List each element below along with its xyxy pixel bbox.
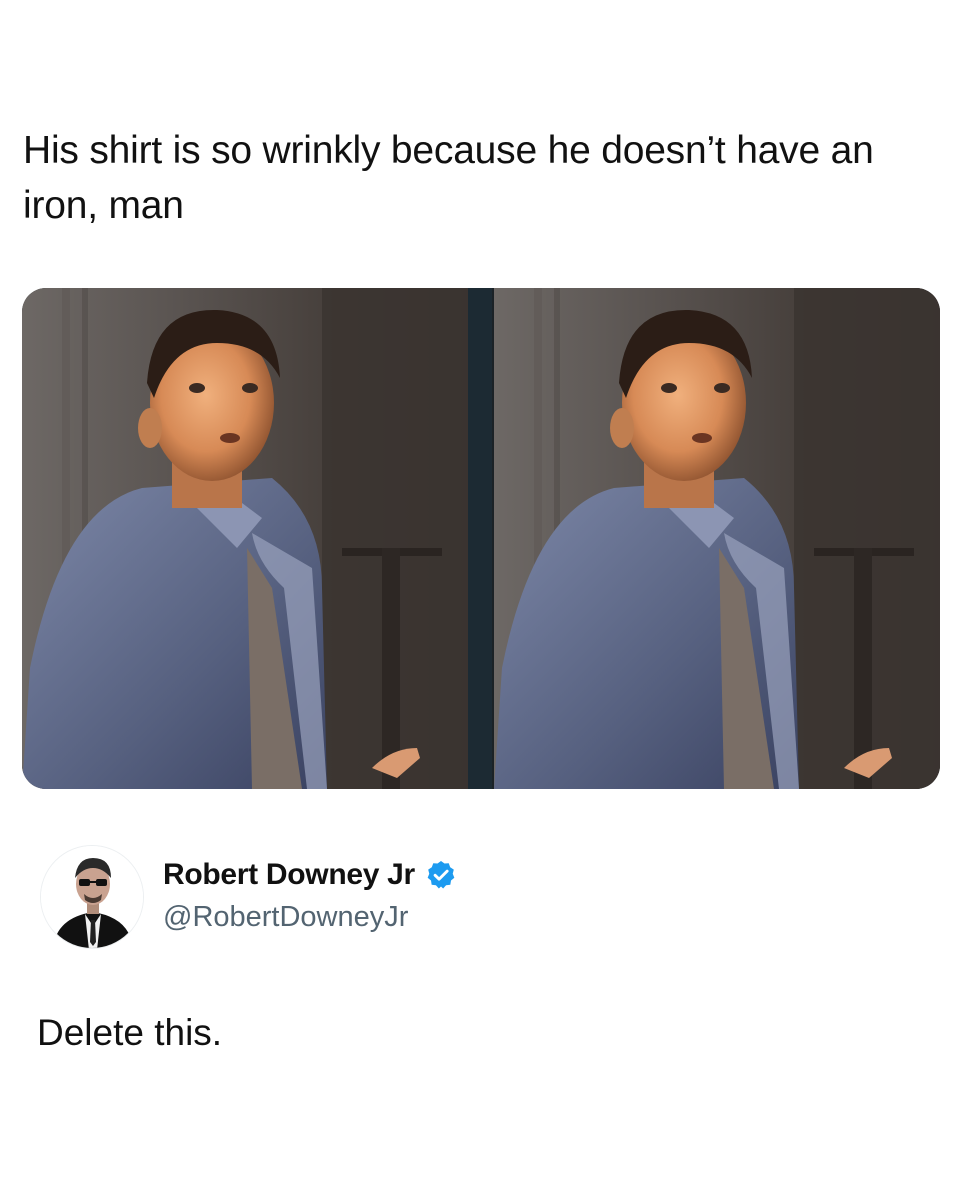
meme-panel-left xyxy=(22,288,468,789)
author-name-row: Robert Downey Jr xyxy=(163,858,457,892)
post-caption-line-2: iron, man xyxy=(23,184,184,227)
verified-badge-icon xyxy=(425,859,457,891)
panel-divider xyxy=(468,288,492,789)
author-handle[interactable]: @RobertDowneyJr xyxy=(163,901,408,934)
post-media[interactable] xyxy=(22,288,940,789)
reply-text: Delete this. xyxy=(37,1012,223,1053)
meme-panel-right xyxy=(494,288,940,789)
author-display-name[interactable]: Robert Downey Jr xyxy=(163,858,415,892)
post-caption-line-1: His shirt is so wrinkly because he doesn… xyxy=(23,129,874,172)
post-caption: His shirt is so wrinkly because he doesn… xyxy=(23,123,933,233)
author-block: Robert Downey Jr @RobertDowneyJr xyxy=(40,845,920,955)
profile-avatar-icon[interactable] xyxy=(40,845,144,949)
photo-icon xyxy=(22,288,940,789)
